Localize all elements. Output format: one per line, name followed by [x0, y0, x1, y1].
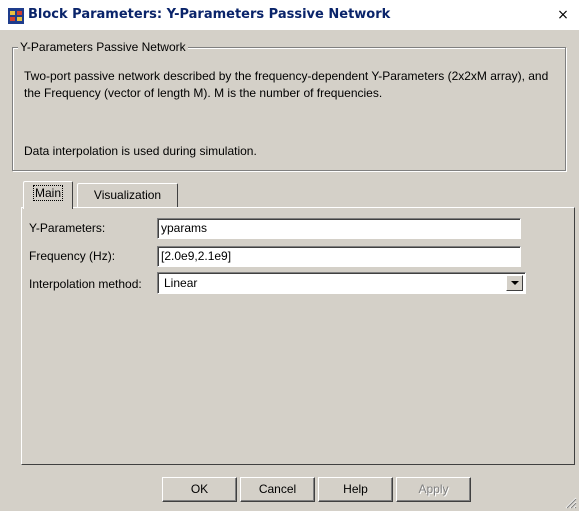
frequency-label: Frequency (Hz): — [29, 249, 116, 263]
interpolation-method-select[interactable]: Linear — [157, 272, 526, 294]
cancel-button[interactable]: Cancel — [240, 477, 315, 502]
interpolation-method-value: Linear — [164, 276, 198, 290]
close-icon: × — [557, 7, 569, 23]
description-group-title: Y-Parameters Passive Network — [18, 40, 188, 54]
y-parameters-input[interactable]: yparams — [157, 218, 521, 239]
description-note: Data interpolation is used during simula… — [24, 144, 257, 158]
tab-visualization[interactable]: Visualization — [77, 183, 178, 207]
tab-visualization-label: Visualization — [93, 188, 162, 202]
y-parameters-label: Y-Parameters: — [29, 221, 106, 235]
apply-button[interactable]: Apply — [396, 477, 471, 502]
close-button[interactable]: × — [555, 6, 571, 24]
title-bar[interactable]: Block Parameters: Y-Parameters Passive N… — [0, 0, 579, 31]
simulink-block-icon — [8, 8, 24, 24]
tab-main-label: Main — [32, 185, 64, 201]
description-text: Two-port passive network described by th… — [24, 69, 549, 100]
help-button[interactable]: Help — [318, 477, 393, 502]
window-title: Block Parameters: Y-Parameters Passive N… — [28, 7, 391, 22]
ok-button[interactable]: OK — [162, 477, 237, 502]
interpolation-method-label: Interpolation method: — [29, 277, 142, 291]
dropdown-arrow-icon[interactable] — [506, 275, 523, 291]
frequency-input[interactable]: [2.0e9,2.1e9] — [157, 246, 521, 267]
tab-main[interactable]: Main — [23, 181, 73, 209]
resize-grip-icon[interactable] — [565, 497, 577, 509]
